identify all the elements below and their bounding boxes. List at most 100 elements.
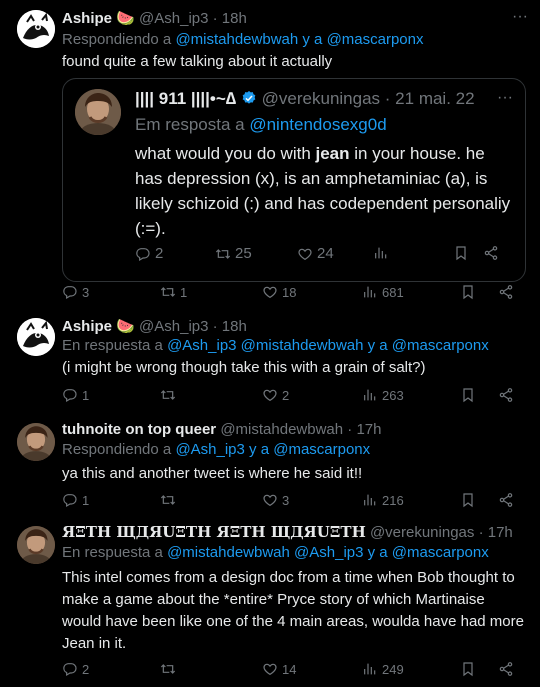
- views-icon: [362, 284, 378, 300]
- reply-button[interactable]: 2: [135, 245, 163, 262]
- like-button[interactable]: 24: [297, 245, 334, 262]
- user-handle[interactable]: @verekuningas: [370, 524, 474, 541]
- tweet[interactable]: Ashipe 🍉 @Ash_ip3 · 18h ··· Respondiendo…: [0, 0, 540, 310]
- bookmark-icon: [460, 284, 476, 300]
- views-icon: [362, 387, 378, 403]
- share-button[interactable]: [498, 284, 514, 300]
- quoted-tweet[interactable]: |||| 911 ||||•~∆ @verekuningas · 21 mai.…: [62, 78, 526, 282]
- avatar[interactable]: [17, 318, 55, 356]
- bookmark-button[interactable]: [460, 492, 476, 508]
- reply-context: Respondiendo a @mistahdewbwah y a @masca…: [62, 31, 424, 48]
- share-icon: [498, 387, 514, 403]
- reply-mentions[interactable]: @Ash_ip3 @mistahdewbwah y a @mascarponx: [167, 337, 489, 354]
- share-icon: [483, 245, 499, 261]
- reply-count: 3: [82, 284, 90, 300]
- tweet-actions: 1 3 216: [62, 492, 520, 512]
- reply-button[interactable]: 3: [62, 284, 89, 300]
- share-button[interactable]: [498, 492, 514, 508]
- tweet-header: Ashipe 🍉 @Ash_ip3 · 18h: [62, 317, 247, 335]
- timestamp[interactable]: · 21 mai. 22: [385, 89, 475, 108]
- tweet-actions: 2 14 249: [62, 661, 520, 681]
- bookmark-button[interactable]: [460, 661, 476, 677]
- share-icon: [498, 284, 514, 300]
- display-name[interactable]: tuhnoite on top queer: [62, 421, 216, 438]
- user-handle[interactable]: @Ash_ip3: [139, 10, 208, 27]
- tweet[interactable]: Ashipe 🍉 @Ash_ip3 · 18h En respuesta a @…: [0, 310, 540, 410]
- timestamp[interactable]: · 17h: [479, 524, 513, 541]
- reply-count: 1: [82, 387, 90, 403]
- avatar-image-icon: [17, 526, 55, 564]
- like-count: 3: [282, 492, 290, 508]
- more-options-icon[interactable]: ···: [497, 89, 513, 107]
- views-button[interactable]: 216: [362, 492, 404, 508]
- like-icon: [262, 661, 278, 677]
- retweet-icon: [160, 284, 176, 300]
- bookmark-icon: [460, 387, 476, 403]
- reply-button[interactable]: 1: [62, 387, 89, 403]
- quote-text-bold: jean: [315, 144, 350, 163]
- tweet[interactable]: ЯΞTH ЩДЯUΞTH ЯΞTH ЩДЯUΞTH @verekuningas …: [0, 515, 540, 687]
- reply-prefix: En respuesta a: [62, 544, 163, 561]
- avatar[interactable]: [75, 89, 121, 135]
- like-button[interactable]: 18: [262, 284, 296, 300]
- retweet-button[interactable]: [160, 492, 180, 508]
- avatar[interactable]: [17, 423, 55, 461]
- tweet[interactable]: tuhnoite on top queer @mistahdewbwah · 1…: [0, 410, 540, 515]
- display-name[interactable]: ЯΞTH ЩДЯUΞTH ЯΞTH ЩДЯUΞTH: [62, 523, 366, 541]
- display-name[interactable]: Ashipe 🍉: [62, 318, 135, 335]
- like-button[interactable]: 14: [262, 661, 296, 677]
- tweet-header: Ashipe 🍉 @Ash_ip3 · 18h: [62, 9, 247, 27]
- bookmark-button[interactable]: [453, 245, 469, 261]
- tweet-header: ЯΞTH ЩДЯUΞTH ЯΞTH ЩДЯUΞTH @verekuningas …: [62, 523, 513, 541]
- reply-mention[interactable]: @nintendosexg0d: [249, 115, 386, 134]
- avatar-image-icon: [17, 318, 55, 356]
- reply-icon: [62, 284, 78, 300]
- share-button[interactable]: [498, 387, 514, 403]
- user-handle[interactable]: @mistahdewbwah: [220, 421, 343, 438]
- retweet-button[interactable]: 25: [215, 245, 252, 262]
- retweet-button[interactable]: [160, 661, 180, 677]
- views-icon: [362, 661, 378, 677]
- reply-button[interactable]: 1: [62, 492, 89, 508]
- views-button[interactable]: 263: [362, 387, 404, 403]
- tweet-text: found quite a few talking about it actua…: [62, 53, 333, 70]
- timestamp[interactable]: · 18h: [213, 10, 247, 27]
- quote-actions: 2 25 24: [135, 245, 505, 267]
- user-handle[interactable]: @Ash_ip3: [139, 318, 208, 335]
- like-icon: [297, 246, 313, 262]
- share-icon: [498, 661, 514, 677]
- share-button[interactable]: [498, 661, 514, 677]
- retweet-icon: [160, 492, 176, 508]
- reply-count: 1: [82, 492, 90, 508]
- like-button[interactable]: 2: [262, 387, 289, 403]
- avatar[interactable]: [17, 10, 55, 48]
- like-icon: [262, 492, 278, 508]
- reply-mentions[interactable]: @Ash_ip3 y a @mascarponx: [175, 441, 370, 458]
- views-button[interactable]: [373, 245, 389, 261]
- retweet-button[interactable]: [160, 387, 180, 403]
- like-icon: [262, 387, 278, 403]
- like-button[interactable]: 3: [262, 492, 289, 508]
- tweet-text: This intel comes from a design doc from …: [62, 569, 524, 652]
- reply-count: 2: [82, 661, 90, 677]
- reply-button[interactable]: 2: [62, 661, 89, 677]
- retweet-button[interactable]: 1: [160, 284, 187, 300]
- reply-mentions[interactable]: @mistahdewbwah @Ash_ip3 y a @mascarponx: [167, 544, 489, 561]
- display-name[interactable]: |||| 911 ||||•~∆: [135, 89, 236, 108]
- share-button[interactable]: [483, 245, 499, 261]
- avatar[interactable]: [17, 526, 55, 564]
- bookmark-icon: [453, 245, 469, 261]
- more-options-icon[interactable]: ···: [512, 8, 528, 26]
- views-button[interactable]: 249: [362, 661, 404, 677]
- display-name[interactable]: Ashipe 🍉: [62, 10, 135, 27]
- bookmark-button[interactable]: [460, 284, 476, 300]
- timestamp[interactable]: · 17h: [347, 421, 381, 438]
- tweet-actions: 1 2 263: [62, 387, 520, 407]
- quote-header: |||| 911 ||||•~∆ @verekuningas · 21 mai.…: [135, 89, 475, 109]
- view-count: 681: [382, 284, 404, 300]
- user-handle[interactable]: @verekuningas: [262, 89, 380, 108]
- timestamp[interactable]: · 18h: [213, 318, 247, 335]
- views-button[interactable]: 681: [362, 284, 404, 300]
- bookmark-button[interactable]: [460, 387, 476, 403]
- reply-mentions[interactable]: @mistahdewbwah y a @mascarponx: [175, 31, 423, 48]
